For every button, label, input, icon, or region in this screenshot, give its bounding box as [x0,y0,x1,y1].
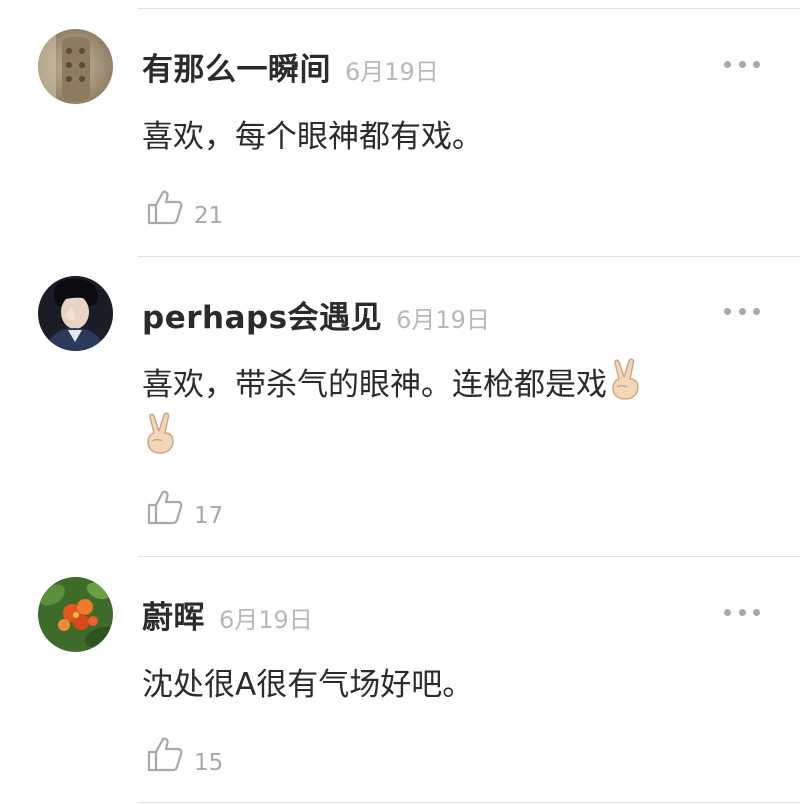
comment-header: 有那么一瞬间 6月19日 [142,44,439,89]
username[interactable]: 有那么一瞬间 [142,44,331,89]
divider [138,802,800,803]
thumbs-up-icon [146,488,184,530]
avatar[interactable] [38,577,113,652]
more-options-icon[interactable] [724,606,760,618]
comment-date: 6月19日 [396,306,490,334]
victory-hand-emoji [142,411,182,472]
comment-text: 沈处很A很有气场好吧。 [142,667,474,703]
comment-header: perhaps会遇见 6月19日 [142,292,490,337]
thumbs-up-icon [146,188,184,230]
like-button[interactable]: 15 [146,735,223,777]
avatar[interactable] [38,276,113,351]
comment-text-content: 喜欢，带杀气的眼神。连枪都是戏 [142,367,607,403]
comment-date: 6月19日 [219,606,313,634]
like-count: 15 [194,750,224,776]
username[interactable]: 蔚晖 [142,592,205,637]
comment-text-continuation [142,411,742,472]
thumbs-up-icon [146,735,184,777]
comment-list: 有那么一瞬间 6月19日 喜欢，每个眼神都有戏。 21 perhaps会遇见 6… [0,0,800,804]
like-count: 17 [194,503,224,529]
comment-text: 喜欢，带杀气的眼神。连枪都是戏 [142,357,742,418]
username[interactable]: perhaps会遇见 [142,292,382,337]
comment-header: 蔚晖 6月19日 [142,592,313,637]
more-options-icon[interactable] [724,58,760,70]
divider [138,256,800,257]
like-button[interactable]: 21 [146,188,223,230]
avatar[interactable] [38,29,113,104]
like-button[interactable]: 17 [146,488,223,530]
victory-hand-emoji [607,357,647,418]
divider [138,556,800,557]
comment-date: 6月19日 [345,58,439,86]
like-count: 21 [194,203,224,229]
comment-text: 喜欢，每个眼神都有戏。 [142,119,483,155]
divider [138,8,800,9]
more-options-icon[interactable] [724,305,760,317]
